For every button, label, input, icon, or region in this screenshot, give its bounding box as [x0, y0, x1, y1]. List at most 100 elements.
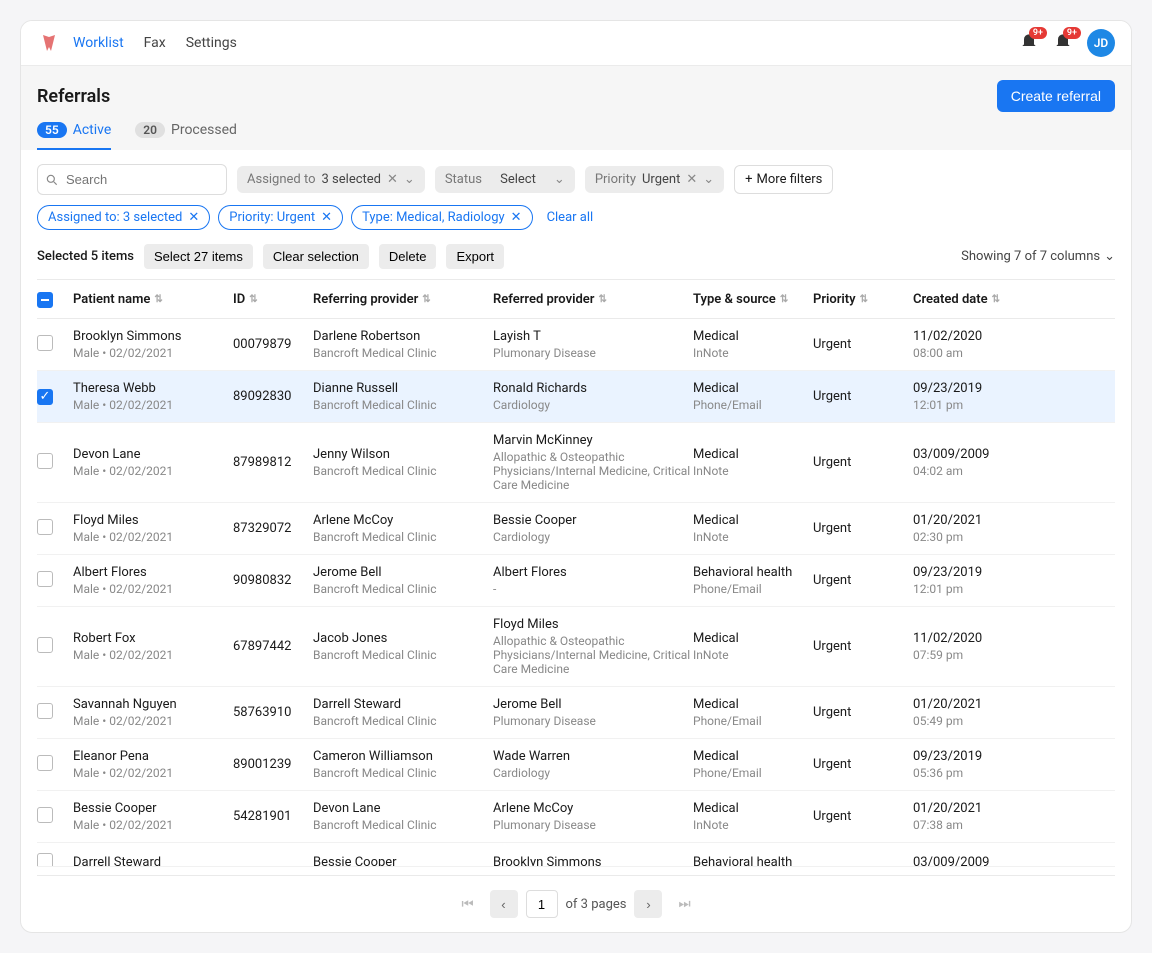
patient-name: Devon Lane [73, 447, 233, 462]
table-row[interactable]: Robert FoxMale • 02/02/202167897442Jacob… [37, 607, 1115, 687]
columns-toggle[interactable]: Showing 7 of 7 columns ⌄ [961, 249, 1115, 264]
row-checkbox[interactable] [37, 807, 53, 823]
filter-status[interactable]: Status Select ⌄ [435, 166, 575, 193]
referring-provider: Darlene Robertson [313, 329, 493, 344]
table-row[interactable]: ✓Theresa WebbMale • 02/02/202189092830Di… [37, 371, 1115, 423]
select-all-checkbox[interactable] [37, 292, 53, 308]
row-checkbox[interactable] [37, 853, 53, 867]
nav-item-settings[interactable]: Settings [186, 35, 237, 51]
close-icon[interactable]: ✕ [321, 210, 332, 225]
create-referral-button[interactable]: Create referral [997, 80, 1115, 112]
row-checkbox[interactable] [37, 335, 53, 351]
patient-name: Brooklyn Simmons [73, 329, 233, 344]
sort-icon: ⇅ [780, 294, 788, 305]
filter-priority[interactable]: Priority Urgent ✕ ⌄ [585, 166, 724, 193]
row-checkbox[interactable] [37, 637, 53, 653]
col-referred-provider[interactable]: Referred provider⇅ [493, 292, 693, 307]
row-checkbox[interactable] [37, 453, 53, 469]
filter-chip[interactable]: Priority: Urgent✕ [218, 205, 343, 230]
patient-demo: Male • 02/02/2021 [73, 530, 233, 544]
created-date: 09/23/2019 [913, 381, 1033, 396]
close-icon[interactable]: ✕ [188, 210, 199, 225]
referral-id: 89001239 [233, 757, 313, 772]
referral-source: Phone/Email [693, 398, 813, 412]
chevron-down-icon: ⌄ [554, 172, 565, 187]
tab-processed[interactable]: 20 Processed [135, 122, 237, 150]
table-row[interactable]: Floyd MilesMale • 02/02/202187329072Arle… [37, 503, 1115, 555]
page-input[interactable] [526, 890, 558, 918]
priority: Urgent [813, 455, 913, 470]
next-page-button[interactable]: › [634, 890, 662, 918]
referred-provider: Jerome Bell [493, 697, 693, 712]
table-row[interactable]: Darrell StewardBessie CooperBrooklyn Sim… [37, 843, 1115, 867]
row-checkbox[interactable]: ✓ [37, 389, 53, 405]
table-row[interactable]: Eleanor PenaMale • 02/02/202189001239Cam… [37, 739, 1115, 791]
col-patient-name[interactable]: Patient name⇅ [73, 292, 233, 307]
table-row[interactable]: Albert FloresMale • 02/02/202190980832Je… [37, 555, 1115, 607]
row-checkbox[interactable] [37, 571, 53, 587]
close-icon[interactable]: ✕ [387, 172, 398, 187]
page-title: Referrals [37, 86, 110, 107]
col-priority[interactable]: Priority⇅ [813, 292, 913, 307]
referring-clinic: Bancroft Medical Clinic [313, 648, 493, 662]
col-type-source[interactable]: Type & source⇅ [693, 292, 813, 307]
plus-icon: + [745, 172, 752, 187]
created-date: 09/23/2019 [913, 749, 1033, 764]
patient-name: Robert Fox [73, 631, 233, 646]
clear-selection-button[interactable]: Clear selection [263, 244, 369, 269]
close-icon[interactable]: ✕ [686, 172, 697, 187]
referral-id: 00079879 [233, 337, 313, 352]
notification-bell-1[interactable]: 9+ [1019, 31, 1043, 55]
more-filters-button[interactable]: + More filters [734, 165, 833, 194]
notification-bell-2[interactable]: 9+ [1053, 31, 1077, 55]
referring-provider: Cameron Williamson [313, 749, 493, 764]
nav-item-fax[interactable]: Fax [144, 35, 166, 51]
filter-chip[interactable]: Type: Medical, Radiology✕ [351, 205, 533, 230]
last-page-button[interactable]: ⏭ [670, 890, 698, 918]
row-checkbox[interactable] [37, 755, 53, 771]
row-checkbox[interactable] [37, 703, 53, 719]
patient-name: Savannah Nguyen [73, 697, 233, 712]
referring-provider: Darrell Steward [313, 697, 493, 712]
nav-item-worklist[interactable]: Worklist [73, 35, 124, 51]
tab-active[interactable]: 55Active [37, 122, 111, 150]
referring-clinic: Bancroft Medical Clinic [313, 530, 493, 544]
priority: Urgent [813, 639, 913, 654]
first-page-button[interactable]: ⏮ [454, 890, 482, 918]
select-all-button[interactable]: Select 27 items [144, 244, 253, 269]
tab-label: Processed [171, 122, 237, 138]
filter-chip[interactable]: Assigned to: 3 selected✕ [37, 205, 210, 230]
created-date: 01/20/2021 [913, 697, 1033, 712]
user-avatar[interactable]: JD [1087, 29, 1115, 57]
col-referring-provider[interactable]: Referring provider⇅ [313, 292, 493, 307]
table-row[interactable]: Savannah NguyenMale • 02/02/202158763910… [37, 687, 1115, 739]
close-icon[interactable]: ✕ [511, 210, 522, 225]
table-row[interactable]: Devon LaneMale • 02/02/202187989812Jenny… [37, 423, 1115, 503]
table-row[interactable]: Brooklyn SimmonsMale • 02/02/20210007987… [37, 319, 1115, 371]
chevron-down-icon: ⌄ [1104, 249, 1115, 264]
filter-assigned-to[interactable]: Assigned to 3 selected ✕ ⌄ [237, 166, 425, 193]
table-row[interactable]: Bessie CooperMale • 02/02/202154281901De… [37, 791, 1115, 843]
referral-type: Medical [693, 513, 813, 528]
search-input[interactable] [37, 164, 227, 195]
referring-provider: Devon Lane [313, 801, 493, 816]
referring-clinic: Bancroft Medical Clinic [313, 766, 493, 780]
clear-all-link[interactable]: Clear all [547, 210, 594, 225]
export-button[interactable]: Export [446, 244, 504, 269]
col-id[interactable]: ID⇅ [233, 292, 313, 307]
delete-button[interactable]: Delete [379, 244, 437, 269]
patient-demo: Male • 02/02/2021 [73, 766, 233, 780]
app-logo [37, 31, 61, 55]
tab-count: 20 [135, 122, 165, 138]
referred-provider: Brooklyn Simmons [493, 855, 693, 868]
priority: Urgent [813, 521, 913, 536]
col-created-date[interactable]: Created date⇅ [913, 292, 1033, 307]
referral-id: 58763910 [233, 705, 313, 720]
referral-id: 87989812 [233, 455, 313, 470]
page-of-text: of 3 pages [566, 897, 627, 912]
chevron-down-icon: ⌄ [404, 172, 415, 187]
prev-page-button[interactable]: ‹ [490, 890, 518, 918]
row-checkbox[interactable] [37, 519, 53, 535]
referred-provider: Albert Flores [493, 565, 693, 580]
referring-provider: Arlene McCoy [313, 513, 493, 528]
